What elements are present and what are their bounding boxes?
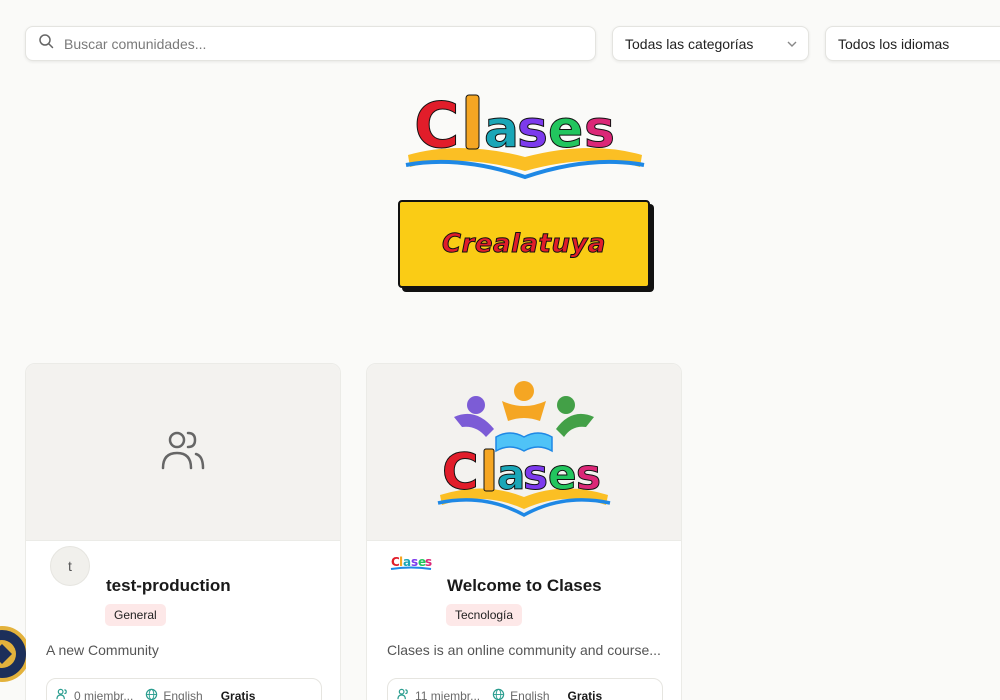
price-label: Gratis — [567, 689, 603, 700]
svg-text:C: C — [414, 89, 460, 162]
category-tag: General — [105, 604, 166, 626]
card-meta: 11 miembr... English Gratis — [387, 678, 663, 700]
language-select-value: Todos los idiomas — [838, 35, 950, 52]
card-banner — [26, 364, 340, 541]
svg-text:e: e — [548, 450, 577, 499]
clases-logo: C a s e s — [405, 89, 645, 180]
members-count: 0 miembr... — [56, 688, 133, 700]
card-description: A new Community — [46, 642, 159, 658]
users-icon — [160, 428, 206, 477]
language-select[interactable]: Todos los idiomas — [825, 26, 1000, 61]
search-input[interactable] — [64, 35, 566, 52]
search-icon — [38, 33, 54, 54]
price-label: Gratis — [220, 689, 256, 700]
card-title[interactable]: Welcome to Clases — [447, 576, 602, 596]
language-info: English — [145, 688, 203, 700]
globe-icon — [492, 688, 505, 700]
svg-text:a: a — [497, 450, 525, 499]
community-card[interactable]: C a s e s C l a s e s Welcome to Clases … — [366, 363, 682, 700]
svg-text:s: s — [523, 450, 548, 499]
community-card[interactable]: t test-production General A new Communit… — [25, 363, 341, 700]
card-description: Clases is an online community and course… — [387, 642, 661, 658]
svg-text:C: C — [442, 443, 479, 501]
chevron-down-icon — [786, 37, 798, 53]
svg-text:a: a — [484, 100, 519, 160]
members-count: 11 miembr... — [397, 688, 480, 700]
users-icon — [56, 688, 69, 700]
svg-text:e: e — [548, 100, 583, 160]
emblem-badge — [0, 626, 26, 682]
card-banner: C a s e s — [367, 364, 681, 541]
search-bar[interactable] — [25, 26, 596, 61]
svg-text:s: s — [584, 100, 615, 160]
category-select-value: Todas las categorías — [625, 35, 754, 52]
card-title[interactable]: test-production — [106, 576, 231, 596]
create-community-label: Crealatuya — [442, 229, 606, 260]
svg-text:s: s — [517, 100, 548, 160]
language-info: English — [492, 688, 550, 700]
svg-text:s: s — [576, 450, 601, 499]
card-meta: 0 miembr... English Gratis — [46, 678, 322, 700]
globe-icon — [145, 688, 158, 700]
svg-text:s: s — [425, 555, 432, 569]
create-community-button[interactable]: Crealatuya — [398, 200, 650, 288]
avatar: t — [50, 546, 90, 586]
clases-kids-logo: C a s e s — [437, 381, 611, 517]
category-tag: Tecnología — [446, 604, 523, 626]
category-select[interactable]: Todas las categorías — [612, 26, 809, 61]
users-icon — [397, 688, 410, 700]
community-logo: C l a s e s — [390, 555, 432, 570]
